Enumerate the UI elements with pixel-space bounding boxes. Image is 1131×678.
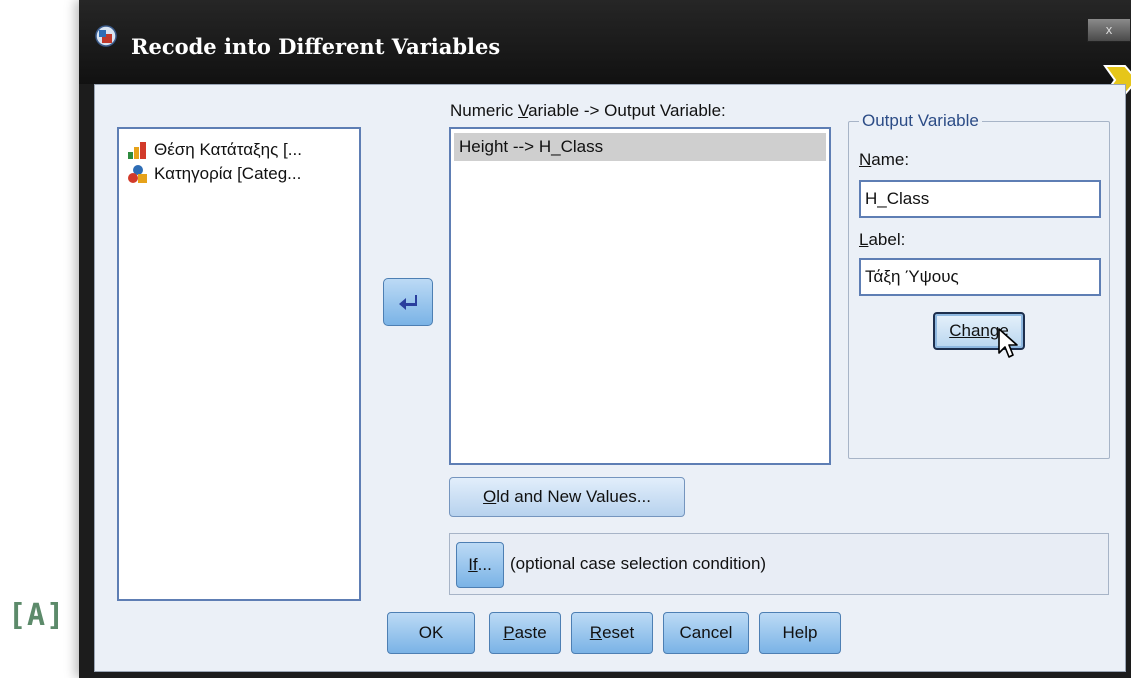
output-variable-group: Output Variable Name: H_Class Label: Τάξ… bbox=[848, 111, 1110, 459]
group-legend: Output Variable bbox=[859, 111, 982, 131]
numeric-variable-heading: Numeric Variable -> Output Variable: bbox=[450, 101, 726, 120]
variable-label: Θέση Κατάταξης [... bbox=[154, 140, 302, 159]
window-title: Recode into Different Variables bbox=[131, 34, 501, 59]
list-item[interactable]: Θέση Κατάταξης [... bbox=[127, 139, 302, 161]
paste-button[interactable]: Paste bbox=[489, 612, 561, 654]
spss-app-icon bbox=[95, 25, 117, 47]
source-variable-list[interactable]: Θέση Κατάταξης [... Κατηγορία [Categ... bbox=[117, 127, 361, 601]
ordinal-bar-icon bbox=[128, 142, 146, 159]
variable-label: Κατηγορία [Categ... bbox=[154, 164, 302, 183]
help-button[interactable]: Help bbox=[759, 612, 841, 654]
close-button[interactable]: x bbox=[1087, 18, 1131, 42]
corner-tag: [A] bbox=[8, 598, 66, 633]
label-field[interactable]: Τάξη Ύψους bbox=[859, 258, 1101, 296]
title-bar[interactable]: Recode into Different Variables x bbox=[79, 0, 1131, 95]
list-item[interactable]: Κατηγορία [Categ... bbox=[127, 163, 301, 185]
if-button[interactable]: If... bbox=[456, 542, 504, 588]
dialog-client-area: Θέση Κατάταξης [... Κατηγορία [Categ... … bbox=[94, 84, 1126, 672]
old-and-new-values-button[interactable]: Old and New Values... bbox=[449, 477, 685, 517]
name-label: Name: bbox=[859, 150, 910, 169]
label-label: Label: bbox=[859, 230, 906, 249]
numeric-variable-list[interactable]: Height --> H_Class bbox=[449, 127, 831, 465]
move-variable-button[interactable] bbox=[383, 278, 433, 326]
reset-button[interactable]: Reset bbox=[571, 612, 653, 654]
arrow-left-icon bbox=[399, 295, 417, 310]
dialog-window: Recode into Different Variables x Θέση Κ… bbox=[79, 0, 1131, 678]
if-description: (optional case selection condition) bbox=[510, 554, 767, 573]
name-field[interactable]: H_Class bbox=[859, 180, 1101, 218]
table-row[interactable]: Height --> H_Class bbox=[454, 133, 826, 161]
cancel-button[interactable]: Cancel bbox=[663, 612, 749, 654]
mouse-cursor-icon bbox=[998, 328, 1018, 358]
nominal-shapes-icon bbox=[128, 165, 147, 183]
if-panel: If... (optional case selection condition… bbox=[449, 533, 1109, 595]
ok-button[interactable]: OK bbox=[387, 612, 475, 654]
